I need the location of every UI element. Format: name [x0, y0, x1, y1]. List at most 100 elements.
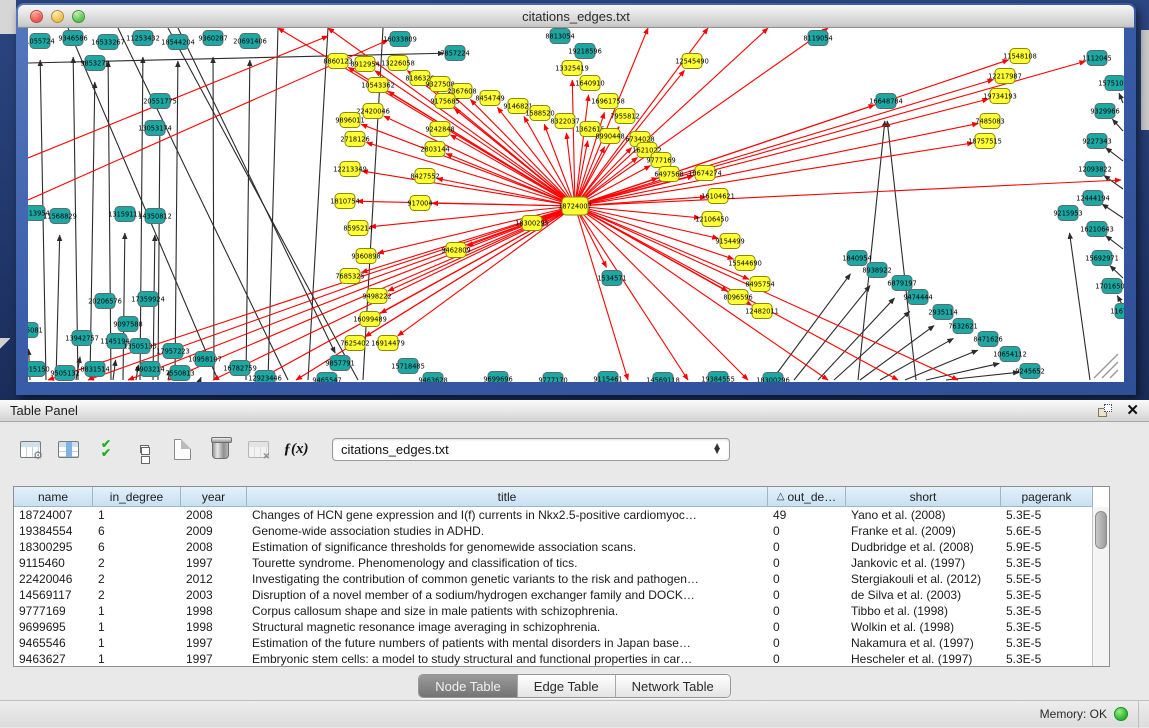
table-row[interactable]: 1938455462009Genome-wide association stu…: [14, 523, 1092, 539]
network-node[interactable]: 9465547: [312, 373, 341, 383]
network-node[interactable]: 2803144: [420, 142, 449, 157]
network-node[interactable]: 16648784: [869, 94, 903, 109]
network-node[interactable]: 12106450: [695, 212, 729, 227]
resize-grip-left[interactable]: [0, 338, 10, 350]
table-row[interactable]: 946362711997Embryonic stem cells: a mode…: [14, 651, 1092, 666]
network-node[interactable]: 15751074: [1098, 76, 1124, 91]
network-node[interactable]: 12482011: [745, 304, 779, 319]
network-node[interactable]: 9360898: [351, 249, 380, 264]
network-node[interactable]: 11253432: [126, 31, 160, 46]
table-row[interactable]: 1872400712008Changes of HCN gene express…: [14, 507, 1092, 523]
network-node[interactable]: 9245652: [1015, 364, 1044, 379]
red-edge[interactable]: [378, 206, 575, 253]
scrollbar-thumb[interactable]: [1095, 511, 1107, 549]
unselect-all-button[interactable]: [130, 436, 158, 462]
import-table-button[interactable]: ✕: [244, 436, 272, 462]
network-node[interactable]: 18724007: [558, 197, 592, 215]
network-node[interactable]: 9360287: [198, 31, 227, 46]
column-header-in_degree[interactable]: in_degree: [93, 487, 181, 507]
network-node[interactable]: 9227343: [1082, 134, 1111, 149]
tab-node-table[interactable]: Node Table: [419, 675, 518, 697]
network-node[interactable]: 8471626: [973, 332, 1002, 347]
black-edge[interactable]: [880, 338, 953, 380]
network-node[interactable]: 10958107: [188, 352, 222, 367]
network-node[interactable]: 13159111: [108, 207, 142, 222]
network-node[interactable]: 9242848: [425, 122, 454, 137]
black-edge[interactable]: [1110, 266, 1123, 278]
network-node[interactable]: 1534571: [597, 271, 626, 286]
table-selector-dropdown[interactable]: citations_edges.txt ▲▼: [332, 438, 730, 461]
network-node[interactable]: 8119054: [803, 31, 832, 46]
red-edge[interactable]: [48, 206, 575, 380]
black-edge[interactable]: [123, 233, 125, 380]
new-table-button[interactable]: [168, 436, 196, 462]
black-edge[interactable]: [200, 377, 201, 380]
network-node[interactable]: 8938922: [862, 263, 891, 278]
black-edge[interactable]: [1102, 204, 1123, 218]
network-node[interactable]: 20551775: [143, 94, 177, 109]
network-node[interactable]: 10674274: [688, 166, 722, 181]
network-node[interactable]: 2718126: [340, 132, 369, 147]
function-builder-button[interactable]: ƒ(x): [282, 436, 310, 462]
network-node[interactable]: 13942757: [65, 331, 99, 346]
network-node[interactable]: 16533267: [91, 35, 125, 50]
red-edge[interactable]: [575, 206, 828, 380]
red-edge[interactable]: [28, 36, 328, 158]
network-canvas[interactable]: 1872400788601238912954132260581054336281…: [28, 28, 1124, 382]
network-node[interactable]: 7857224: [440, 46, 469, 61]
network-node[interactable]: 8813054: [545, 29, 574, 44]
red-edge[interactable]: [575, 206, 958, 380]
network-node[interactable]: 12213349: [333, 162, 367, 177]
black-edge[interactable]: [246, 60, 250, 380]
network-node[interactable]: 14569118: [646, 373, 680, 383]
network-node[interactable]: 10654112: [993, 347, 1027, 362]
network-node[interactable]: 7550813: [165, 366, 194, 381]
network-node[interactable]: 15544690: [728, 256, 762, 271]
network-node[interactable]: 1055724: [28, 34, 55, 49]
network-node[interactable]: 19384555: [701, 372, 735, 383]
black-edge[interactable]: [153, 235, 155, 380]
network-node[interactable]: 8912954: [350, 57, 379, 72]
network-node[interactable]: 9777170: [538, 373, 567, 383]
black-edge[interactable]: [178, 28, 335, 353]
table-row[interactable]: 1456911722003Disruption of a novel membe…: [14, 587, 1092, 603]
close-panel-icon[interactable]: ✕: [1126, 403, 1139, 418]
black-edge[interactable]: [1112, 119, 1123, 131]
red-edge[interactable]: [213, 206, 575, 380]
network-node[interactable]: 7955812: [610, 109, 639, 124]
black-edge[interactable]: [213, 57, 214, 380]
network-node[interactable]: 8595214: [343, 221, 372, 236]
black-edge[interactable]: [56, 235, 60, 380]
black-edge[interactable]: [772, 274, 850, 380]
network-node[interactable]: 1112045: [1082, 51, 1111, 66]
network-node[interactable]: 12444194: [1076, 191, 1110, 206]
column-header-name[interactable]: name: [14, 487, 93, 507]
table-row[interactable]: 911546021997Tourette syndrome. Phenomeno…: [14, 555, 1092, 571]
network-node[interactable]: 9215953: [1053, 206, 1082, 221]
network-node[interactable]: 16104621: [701, 189, 735, 204]
network-node[interactable]: 6879197: [887, 276, 916, 291]
column-header-out_de[interactable]: △out_de…: [768, 487, 846, 507]
red-edge[interactable]: [362, 171, 575, 206]
red-edge[interactable]: [296, 206, 575, 380]
red-edge[interactable]: [361, 206, 575, 272]
network-node[interactable]: 7485083: [975, 114, 1004, 129]
network-node[interactable]: 14350812: [138, 209, 172, 224]
network-node[interactable]: 9498222: [362, 289, 391, 304]
network-node[interactable]: 7632621: [948, 319, 977, 334]
black-edge[interactable]: [175, 61, 178, 380]
column-header-year[interactable]: year: [181, 487, 247, 507]
black-edge[interactable]: [158, 120, 160, 380]
network-node[interactable]: 9154499: [715, 234, 744, 249]
network-node[interactable]: 9115461: [593, 372, 622, 383]
black-edge[interactable]: [818, 298, 894, 380]
table-row[interactable]: 977716911998Corpus callosum shape and si…: [14, 603, 1092, 619]
network-node[interactable]: 9097588: [113, 317, 142, 332]
red-edge[interactable]: [432, 203, 575, 206]
network-node[interactable]: 9857791: [325, 356, 354, 371]
network-node[interactable]: 11548108: [1003, 49, 1037, 64]
network-node[interactable]: 10543362: [361, 78, 395, 93]
black-edge[interactable]: [108, 61, 111, 380]
network-node[interactable]: 18757515: [968, 134, 1002, 149]
network-node[interactable]: 20206576: [88, 294, 122, 309]
